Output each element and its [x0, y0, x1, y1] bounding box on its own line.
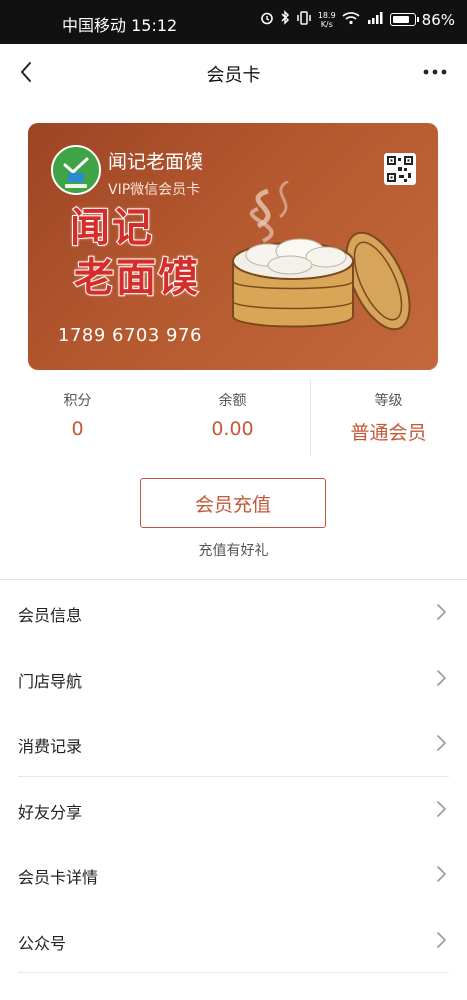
wifi-icon — [342, 11, 360, 29]
menu-item-label: 会员卡详情 — [18, 868, 99, 887]
menu-item-records[interactable]: 消费记录 — [0, 711, 467, 777]
menu-separator — [18, 972, 449, 973]
chevron-right-icon — [437, 735, 447, 751]
chevron-right-icon — [437, 800, 447, 817]
alarm-icon — [260, 11, 274, 29]
brand-line-2: 老面馍 — [73, 254, 200, 302]
chevron-right-icon — [437, 669, 447, 686]
stat-points[interactable]: 积分 0 — [0, 378, 155, 456]
menu-list: 会员信息 门店导航 消费记录 好友分享 会员卡详情 公众号 — [0, 580, 467, 973]
chevron-right-icon — [437, 931, 447, 948]
store-name: 闻记老面馍 — [108, 151, 204, 173]
status-icons: 18.9 K/s 86% — [260, 10, 455, 29]
stat-label: 积分 — [63, 393, 92, 409]
menu-item-member-info[interactable]: 会员信息 — [0, 580, 467, 646]
menu-item-card-details[interactable]: 会员卡详情 — [0, 842, 467, 908]
chevron-right-icon — [437, 604, 447, 620]
net-speed-value: 18.9 — [317, 10, 336, 20]
menu-item-label: 门店导航 — [18, 671, 83, 691]
page-title: 会员卡 — [206, 65, 261, 86]
status-bar: 中国移动 15:12 18.9 K/s 86% — [0, 0, 467, 44]
steamer-basket-illustration — [228, 179, 418, 351]
membership-card[interactable]: 闻记老面馍 VIP微信会员卡 闻记 老面馍 1789 6703 976 — [28, 123, 438, 370]
menu-item-label: 消费记录 — [18, 737, 83, 756]
net-speed-unit: K/s — [320, 19, 333, 29]
stat-value: 0 — [71, 418, 84, 440]
signal-icon — [366, 11, 384, 29]
menu-item-store-nav[interactable]: 门店导航 — [0, 646, 467, 712]
menu-item-label: 会员信息 — [18, 606, 83, 625]
carrier-time: 中国移动 15:12 — [62, 16, 178, 35]
menu-item-share[interactable]: 好友分享 — [0, 777, 467, 843]
bluetooth-icon — [280, 10, 290, 29]
recharge-tip: 充值有好礼 — [198, 543, 269, 559]
stat-balance[interactable]: 余额 0.00 — [155, 378, 310, 456]
stat-label: 等级 — [374, 393, 403, 409]
menu-item-label: 公众号 — [18, 933, 67, 953]
card-type: VIP微信会员卡 — [108, 182, 201, 198]
more-dots-icon[interactable] — [421, 60, 449, 84]
battery-level — [392, 16, 409, 23]
battery-icon — [389, 13, 419, 26]
recharge-button[interactable]: 会员充值 — [140, 478, 326, 528]
store-logo-icon — [51, 145, 101, 195]
net-speed: 18.9 K/s — [318, 11, 336, 29]
stat-level[interactable]: 等级 普通会员 — [311, 378, 466, 456]
stat-value: 普通会员 — [350, 422, 427, 444]
brand-logotype: 闻记 老面馍 — [69, 203, 200, 303]
menu-item-label: 好友分享 — [18, 802, 83, 822]
card-number: 1789 6703 976 — [58, 325, 202, 346]
chevron-right-icon — [437, 866, 447, 882]
brand-line-1: 闻记 — [69, 204, 154, 252]
stat-value: 0.00 — [211, 418, 254, 440]
menu-item-official-account[interactable]: 公众号 — [0, 908, 467, 973]
stat-label: 余额 — [218, 393, 247, 409]
member-stats: 积分 0 余额 0.00 等级 普通会员 — [0, 378, 467, 456]
vibrate-icon — [296, 10, 312, 29]
battery-percent: 86% — [421, 10, 455, 29]
nav-bar: 会员卡 — [0, 44, 467, 102]
